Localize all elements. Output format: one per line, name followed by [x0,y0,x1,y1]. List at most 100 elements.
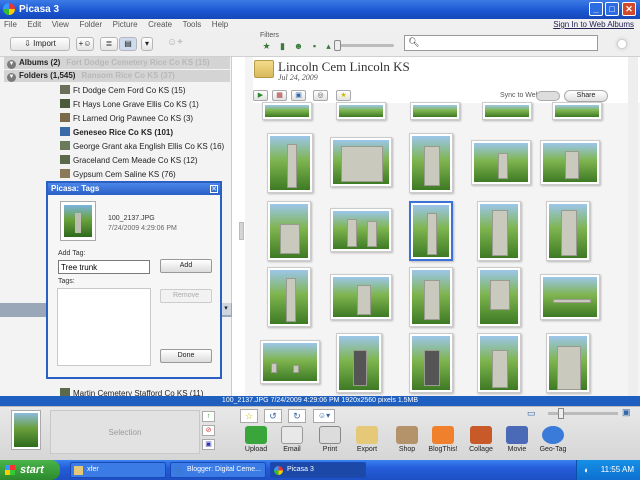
folder-item[interactable]: Graceland Cem Meade Co KS (12) [60,154,198,167]
done-button[interactable]: Done [160,349,212,363]
rotate-right-button[interactable]: ↻ [288,409,306,423]
folders-section-header[interactable]: ▼ Folders (1,545) Ransom Rice Co KS (37) [4,70,230,82]
clear-selection-icon[interactable]: ⊘ [202,425,215,436]
panel-splitter-handle[interactable] [239,222,244,240]
people-icon[interactable]: ☺+ [166,37,184,51]
photo-thumbnail[interactable] [330,274,392,320]
folder-item[interactable]: Ft Larned Orig Pawnee Co KS (3) [60,112,193,125]
play-slideshow-button[interactable]: ▶ [253,90,268,101]
photo-thumbnail[interactable] [330,208,392,252]
people-selection-button[interactable]: ☺▾ [313,409,335,423]
photo-thumbnail[interactable] [482,102,532,120]
list-view-button[interactable]: ≣ [100,37,118,51]
movie-create-button[interactable]: Movie [501,426,533,453]
photo-thumbnail[interactable] [330,137,392,187]
grid-scrollbar[interactable] [628,57,638,396]
menu-edit[interactable]: Edit [27,19,41,31]
photo-thumbnail[interactable] [546,333,590,393]
thumbnail-size-knob[interactable] [558,408,564,419]
speaker-icon[interactable]: ◖ [583,460,588,480]
hold-pin-icon[interactable]: ↑ [202,411,215,422]
photo-thumbnail[interactable] [410,102,460,120]
sign-in-link[interactable]: Sign In to Web Albums [553,19,634,31]
folder-item[interactable]: George Grant aka English Ellis Co KS (16… [60,140,224,153]
print-button[interactable]: Print [314,426,346,453]
maximize-button[interactable]: □ [605,2,619,16]
share-button[interactable]: Share [564,90,608,102]
close-button[interactable]: ✕ [622,2,636,16]
tag-input[interactable] [58,260,150,274]
add-people-button[interactable]: +☺ [76,37,94,51]
people-filter-icon[interactable]: ☻ [292,40,305,53]
menu-create[interactable]: Create [148,19,172,31]
video-filter-icon[interactable]: ▮ [276,40,289,53]
photo-thumbnail-selected[interactable] [409,201,453,261]
collage-create-button[interactable]: Collage [465,426,497,453]
menu-tools[interactable]: Tools [183,19,202,31]
collapse-albums-icon[interactable]: ▼ [7,60,16,69]
geotag-filter-icon[interactable]: ▪ [308,40,321,53]
photo-thumbnail[interactable] [552,102,602,120]
photo-thumbnail[interactable] [262,102,312,120]
photo-thumbnail[interactable] [409,333,453,393]
minimize-button[interactable]: _ [589,2,603,16]
menu-file[interactable]: File [4,19,17,31]
export-button[interactable]: Export [351,426,383,453]
sync-toggle[interactable] [536,91,560,101]
geotag-create-button[interactable]: Geo-Tag [537,426,569,453]
view-dropdown-button[interactable]: ▾ [141,37,153,51]
search-input[interactable]: 🔍︎ [404,35,598,51]
photo-thumbnail[interactable] [260,340,320,384]
import-button[interactable]: ⇩ Import [10,37,70,51]
filter-slider-knob[interactable] [334,40,341,51]
photo-thumbnail[interactable] [471,140,531,185]
menu-view[interactable]: View [52,19,69,31]
taskbar-item-blogger[interactable]: Blogger: Digital Ceme... [170,462,266,478]
folder-item-selected[interactable]: Geneseo Rice Co KS (101) [60,126,173,139]
email-button[interactable]: Email [276,426,308,453]
photo-thumbnail[interactable] [267,201,311,261]
thumbnail-size-slider[interactable] [548,408,618,419]
photo-thumbnail[interactable] [477,267,521,327]
geotag-button[interactable]: ◎ [313,90,328,101]
blogthis-button[interactable]: BlogThis! [427,426,459,453]
tray-photo-thumbnail[interactable] [11,410,41,450]
menu-picture[interactable]: Picture [113,19,138,31]
remove-tag-button[interactable]: Remove [160,289,212,303]
collapse-folders-icon[interactable]: ▼ [7,73,16,82]
star-button[interactable]: ★ [336,90,351,101]
photo-thumbnail[interactable] [336,333,382,393]
tags-list[interactable] [57,288,151,366]
menu-help[interactable]: Help [212,19,228,31]
grid-view-button[interactable]: ▤ [119,37,137,51]
photo-thumbnail[interactable] [540,140,600,185]
photo-thumbnail[interactable] [477,201,521,261]
folder-item[interactable]: Ft Dodge Cem Ford Co KS (15) [60,84,185,97]
albums-section-header[interactable]: ▼ Albums (2) Fort Dodge Cemetery Rice Co K… [4,57,230,69]
folder-item[interactable]: Gypsum Cem Saline KS (76) [60,168,176,181]
clock[interactable]: 11:55 AM [601,465,634,474]
star-filter-icon[interactable]: ★ [260,40,273,53]
movie-button[interactable]: ▣ [291,90,306,101]
photo-thumbnail[interactable] [409,133,453,193]
scroll-down-icon[interactable]: ▾ [221,303,231,315]
photo-thumbnail[interactable] [409,267,453,327]
add-to-album-icon[interactable]: ▣ [202,439,215,450]
folder-item[interactable]: Ft Hays Lone Grave Ellis Co KS (1) [60,98,199,111]
add-tag-button[interactable]: Add [160,259,212,273]
photo-thumbnail[interactable] [546,201,590,261]
start-button[interactable]: start [0,460,60,480]
upload-button[interactable]: Upload [240,426,272,453]
photo-thumbnail[interactable] [477,333,521,393]
photo-thumbnail[interactable] [267,133,313,193]
photo-thumbnail[interactable] [540,274,600,320]
shop-button[interactable]: Shop [391,426,423,453]
tags-dialog-close-button[interactable]: ✕ [210,185,218,193]
menu-folder[interactable]: Folder [79,19,102,31]
taskbar-item-xfer[interactable]: xfer [70,462,166,478]
taskbar-item-picasa[interactable]: Picasa 3 [270,462,366,478]
photo-thumbnail[interactable] [267,267,311,327]
star-selection-button[interactable]: ☆ [240,409,258,423]
collage-button[interactable]: ▦ [272,90,287,101]
photo-thumbnail[interactable] [336,102,386,120]
